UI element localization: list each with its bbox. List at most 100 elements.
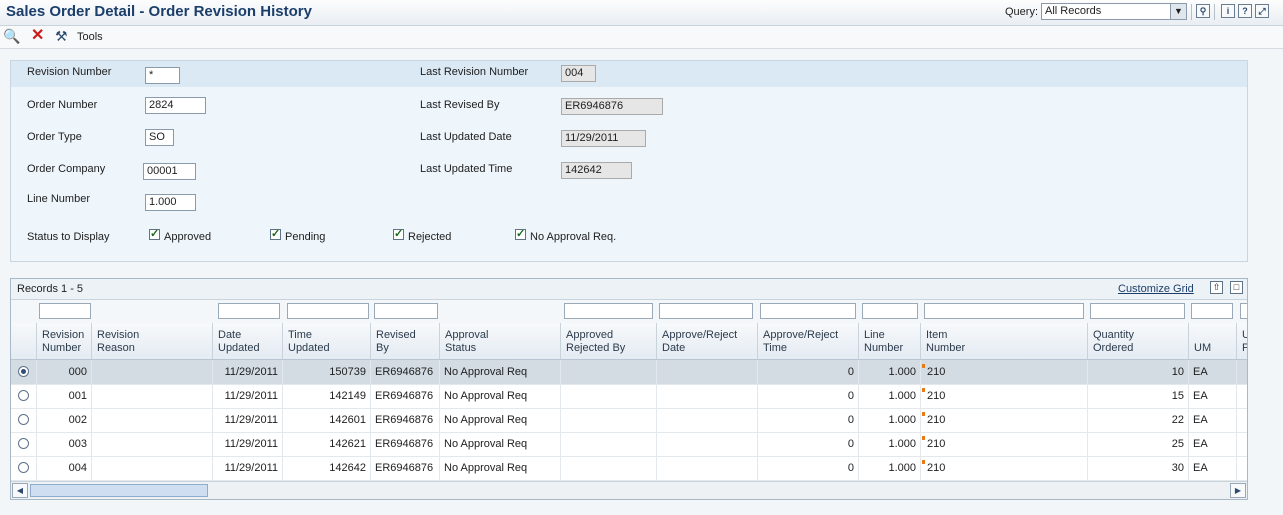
table-row[interactable]: 002 11/29/2011 142601 ER6946876 No Approval … [11,408,1247,433]
cell-quantity-ordered: 25 [1088,432,1189,456]
cell-revision-number: 004 [37,456,92,480]
filter-input[interactable] [218,303,280,319]
column-header-approval-status[interactable]: Approval Status [440,323,561,359]
line-number-field[interactable]: 1.000 [145,194,196,211]
cell-quantity-ordered: 22 [1088,408,1189,432]
no-approval-req-checkbox[interactable]: ✓ [515,229,526,240]
filter-input[interactable] [760,303,856,319]
horizontal-scrollbar[interactable]: ◀ ▶ [11,481,1247,499]
maximize-icon[interactable]: □ [1230,281,1243,294]
customize-grid-link[interactable]: Customize Grid [1118,283,1194,295]
rejected-checkbox[interactable]: ✓ [393,229,404,240]
cell-approved-rejected-by [561,432,657,456]
tools-menu[interactable]: Tools [77,31,103,43]
column-header-line1: Revision [42,329,85,341]
filter-input[interactable] [1240,303,1247,319]
order-type-field[interactable]: SO [145,129,174,146]
pending-checkbox[interactable]: ✓ [270,229,281,240]
row-select-cell [11,432,37,456]
approved-checkbox[interactable]: ✓ [149,229,160,240]
row-radio[interactable] [18,462,29,473]
tools-icon[interactable]: ⚒ [55,29,68,43]
filter-input[interactable] [39,303,91,319]
close-icon[interactable]: ✕ [31,28,44,44]
column-header-revised-by[interactable]: Revised By [371,323,440,359]
query-value: All Records [1045,5,1102,17]
order-company-field[interactable]: 00001 [143,163,196,180]
info-icon[interactable]: i [1221,4,1235,18]
filter-input[interactable] [924,303,1084,319]
cell-time-updated: 142149 [283,384,371,408]
title-bar: Sales Order Detail - Order Revision Hist… [0,0,1283,26]
column-header-line1: Quantity [1093,329,1134,341]
scroll-left-icon[interactable]: ◀ [12,483,28,498]
filter-input[interactable] [374,303,438,319]
cell-line-number: 1.000 [859,360,921,384]
find-icon[interactable]: 🔍 [3,29,20,43]
column-header-date-updated[interactable]: Date Updated [213,323,283,359]
cell-approve-reject-date [657,384,758,408]
help-icon[interactable]: ? [1238,4,1252,18]
expand-icon[interactable]: ⤢ [1255,4,1269,18]
column-header-approve-reject-time[interactable]: Approve/Reject Time [758,323,859,359]
scroll-right-icon[interactable]: ▶ [1230,483,1246,498]
form-band [11,61,1247,87]
filter-input[interactable] [862,303,918,319]
export-icon[interactable]: ⇧ [1210,281,1223,294]
filter-input[interactable] [659,303,753,319]
column-header-revision-number[interactable]: Revision Number [37,323,92,359]
table-row[interactable]: 004 11/29/2011 142642 ER6946876 No Approval … [11,456,1247,481]
column-header-item-number[interactable]: Item Number [921,323,1088,359]
table-row[interactable]: 000 11/29/2011 150739 ER6946876 No Approval … [11,360,1247,385]
column-header-um[interactable]: UM [1189,323,1237,359]
filter-input[interactable] [287,303,369,319]
cell-revision-number: 002 [37,408,92,432]
cell-revised-by: ER6946876 [371,432,440,456]
cell-approve-reject-date [657,360,758,384]
cell-um: EA [1189,456,1237,480]
row-select-cell [11,360,37,384]
query-select[interactable]: All Records ▼ [1041,3,1187,20]
cell-approve-reject-time: 0 [758,360,859,384]
row-radio[interactable] [18,390,29,401]
page-title: Sales Order Detail - Order Revision Hist… [6,3,312,20]
attachment-flag-icon [922,436,925,440]
cell-um: EA [1189,408,1237,432]
cell-revision-number: 003 [37,432,92,456]
column-header-approve-reject-date[interactable]: Approve/Reject Date [657,323,758,359]
column-header-revision-reason[interactable]: Revision Reason [92,323,213,359]
column-header-approved-rejected-by[interactable]: Approved Rejected By [561,323,657,359]
row-select-cell [11,456,37,480]
attachment-flag-icon [922,364,925,368]
records-count: Records 1 - 5 [17,283,84,295]
cell-time-updated: 150739 [283,360,371,384]
table-row[interactable]: 003 11/29/2011 142621 ER6946876 No Approval … [11,432,1247,457]
order-number-field[interactable]: 2824 [145,97,206,114]
table-row[interactable]: 001 11/29/2011 142149 ER6946876 No Approval … [11,384,1247,409]
row-radio[interactable] [18,414,29,425]
cell-revision-number: 001 [37,384,92,408]
filter-input[interactable] [1090,303,1185,319]
row-radio[interactable] [18,438,29,449]
column-header-time-updated[interactable]: Time Updated [283,323,371,359]
cell-date-updated: 11/29/2011 [213,408,283,432]
filter-input[interactable] [1191,303,1233,319]
column-header-line1: Item [926,329,948,341]
item-number-flag-holder [921,360,1088,384]
last-updated-time-label: Last Updated Time [420,163,513,175]
column-header-line1: Approval [445,329,489,341]
column-header-line-number[interactable]: Line Number [859,323,921,359]
cell-quantity-ordered: 10 [1088,360,1189,384]
attachment-flag-icon [922,412,925,416]
revision-number-field[interactable]: * [145,67,180,84]
cell-approve-reject-time: 0 [758,456,859,480]
scroll-thumb[interactable] [30,484,208,497]
column-header-partial[interactable]: UP [1237,323,1247,359]
column-header-quantity-ordered[interactable]: Quantity Ordered [1088,323,1189,359]
row-radio[interactable] [18,366,29,377]
cell-revision-number: 000 [37,360,92,384]
filter-icon[interactable]: ⚲ [1196,4,1210,18]
column-header-line2: Number [42,342,82,354]
item-number-flag-holder [921,384,1088,408]
filter-input[interactable] [564,303,653,319]
